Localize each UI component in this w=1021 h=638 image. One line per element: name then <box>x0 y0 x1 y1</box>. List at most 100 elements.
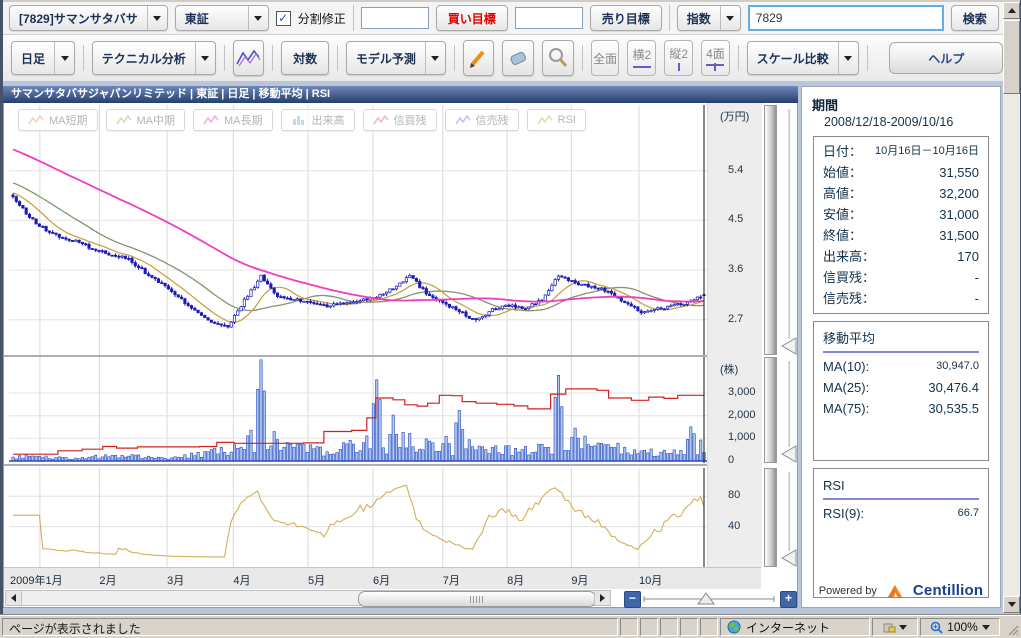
line-chart-tool-button[interactable] <box>233 40 265 76</box>
info-value: 10月16日－10月16日 <box>875 141 979 162</box>
ma-rows: MA(10):30,947.0MA(25):30,476.4MA(75):30,… <box>823 356 979 419</box>
buy-target-input[interactable] <box>361 7 429 29</box>
dropdown-arrow-icon[interactable] <box>54 42 74 74</box>
scroll-left-button[interactable] <box>6 591 22 605</box>
view-full-button[interactable]: 全面 <box>591 40 620 76</box>
legend-ma-short[interactable]: MA短期 <box>18 109 98 131</box>
zoom-tool-button[interactable] <box>542 40 574 76</box>
view-split-vertical-button[interactable]: 縦2 <box>664 40 693 76</box>
scroll-down-button[interactable] <box>1003 596 1020 613</box>
info-label: 信買残： <box>823 267 875 288</box>
protected-mode-pane[interactable] <box>872 618 918 636</box>
eraser-icon <box>506 48 530 68</box>
rsi-chart[interactable] <box>9 468 707 567</box>
scale-compare-dropdown[interactable]: スケール比較 <box>747 41 859 75</box>
axis-tick-label: 3,000 <box>728 386 756 398</box>
buy-target-button[interactable]: 買い目標 <box>436 5 508 31</box>
model-forecast-dropdown[interactable]: モデル予測 <box>346 41 446 75</box>
browser-zoom-pane[interactable]: 100% <box>920 618 1000 636</box>
pane-scroll-column[interactable] <box>764 357 777 463</box>
pane-scale-slider[interactable] <box>779 357 799 463</box>
legend-ma-mid[interactable]: MA中期 <box>106 109 186 131</box>
info-panel: 期間 2008/12/18-2009/10/16 日付：10月16日－10月16… <box>801 86 1001 608</box>
toolbar-separator <box>83 45 84 71</box>
pane-scroll-column[interactable] <box>764 105 777 355</box>
chart-zoom-slider[interactable] <box>642 591 776 612</box>
view-q4-label: 4面 <box>706 45 725 62</box>
sell-target-input[interactable] <box>515 7 583 29</box>
status-message: ページが表示されました <box>2 618 618 636</box>
dropdown-arrow-icon[interactable] <box>720 6 740 30</box>
info-row: MA(10):30,947.0 <box>823 356 979 377</box>
line-icon <box>373 115 389 126</box>
dropdown-arrow-icon[interactable] <box>899 625 907 630</box>
toolbar-separator <box>867 45 868 71</box>
info-value: 31,000 <box>939 204 979 225</box>
sell-target-button[interactable]: 売り目標 <box>590 5 662 31</box>
resize-grip[interactable] <box>1002 618 1019 636</box>
scroll-right-button[interactable] <box>594 591 610 605</box>
divider <box>823 351 979 353</box>
info-value: 31,500 <box>939 225 979 246</box>
brand-name: Centillion <box>913 582 983 599</box>
axis-tick-label: 2.7 <box>728 313 743 325</box>
dropdown-arrow-icon[interactable] <box>248 6 268 30</box>
legend-margin-buy[interactable]: 信買残 <box>363 109 437 131</box>
window-vertical-scrollbar[interactable] <box>1003 2 1020 613</box>
scrollbar-thumb[interactable] <box>358 591 596 607</box>
view-split-horizontal-button[interactable]: 横2 <box>627 40 656 76</box>
draw-pen-button[interactable] <box>463 40 495 76</box>
pane-scroll-column[interactable] <box>764 468 777 567</box>
legend-rsi[interactable]: RSI <box>527 109 586 131</box>
zoom-icon <box>930 621 943 634</box>
price-chart[interactable] <box>9 105 707 355</box>
rsi-rows: RSI(9):66.7 <box>823 503 979 524</box>
info-row: 始値：31,550 <box>823 162 979 183</box>
log-scale-button[interactable]: 対数 <box>281 41 329 75</box>
chart-zoom-in-button[interactable]: + <box>780 591 797 608</box>
divider <box>823 498 979 500</box>
pane-scale-slider[interactable] <box>779 105 799 355</box>
toolbar-separator <box>738 45 739 71</box>
legend-label: 信売残 <box>476 112 509 128</box>
dropdown-arrow-icon[interactable] <box>195 42 215 74</box>
info-row: 出来高：170 <box>823 246 979 267</box>
volume-chart[interactable] <box>9 357 707 463</box>
axis-tick-label: 0 <box>728 454 734 466</box>
chart-horizontal-scrollbar[interactable] <box>5 590 611 606</box>
market-selector-dropdown[interactable]: 東証 <box>175 5 269 31</box>
zone-label: インターネット <box>746 619 830 636</box>
toolbar-chart-tools: 日足 テクニカル分析 対数 モデル予測 <box>3 35 1003 82</box>
stock-selector-dropdown[interactable]: [7829]サマンサタバサ <box>9 5 168 31</box>
dropdown-arrow-icon[interactable] <box>838 42 858 74</box>
timeframe-dropdown[interactable]: 日足 <box>11 41 75 75</box>
line-icon <box>455 115 471 126</box>
rsi-box: RSI RSI(9):66.7 <box>813 468 989 598</box>
split-adjust-checkbox[interactable]: ✓ <box>276 11 291 26</box>
search-button[interactable]: 検索 <box>951 5 999 31</box>
chart-zoom-out-button[interactable]: − <box>624 591 641 608</box>
technical-analysis-dropdown[interactable]: テクニカル分析 <box>92 41 216 75</box>
status-pane <box>640 618 658 636</box>
pane-divider[interactable] <box>4 464 761 466</box>
x-axis-month-label: 9月 <box>571 572 588 588</box>
legend-label: MA短期 <box>49 112 88 128</box>
scroll-up-button[interactable] <box>1003 2 1020 19</box>
dropdown-arrow-icon[interactable] <box>147 6 167 30</box>
eraser-button[interactable] <box>502 40 534 76</box>
symbol-search-input[interactable] <box>748 5 944 31</box>
index-dropdown[interactable]: 指数 <box>677 5 741 31</box>
vertical-split-icon <box>669 63 689 71</box>
dropdown-arrow-icon[interactable] <box>425 42 445 74</box>
period-value: 2008/12/18-2009/10/16 <box>802 115 1000 129</box>
scrollbar-thumb[interactable] <box>1003 20 1020 94</box>
legend-margin-sell[interactable]: 信売残 <box>445 109 519 131</box>
pane-scale-slider[interactable] <box>779 468 799 567</box>
chart-title-bar: サマンサタバサジャパンリミテッド | 東証 | 日足 | 移動平均 | RSI <box>3 86 798 103</box>
legend-label: 出来高 <box>312 112 345 128</box>
dropdown-arrow-icon[interactable] <box>982 625 990 630</box>
legend-ma-long[interactable]: MA長期 <box>193 109 273 131</box>
legend-volume[interactable]: 出来高 <box>281 109 355 131</box>
view-quad-button[interactable]: 4面 <box>701 40 730 76</box>
help-button[interactable]: ヘルプ <box>889 42 1003 74</box>
